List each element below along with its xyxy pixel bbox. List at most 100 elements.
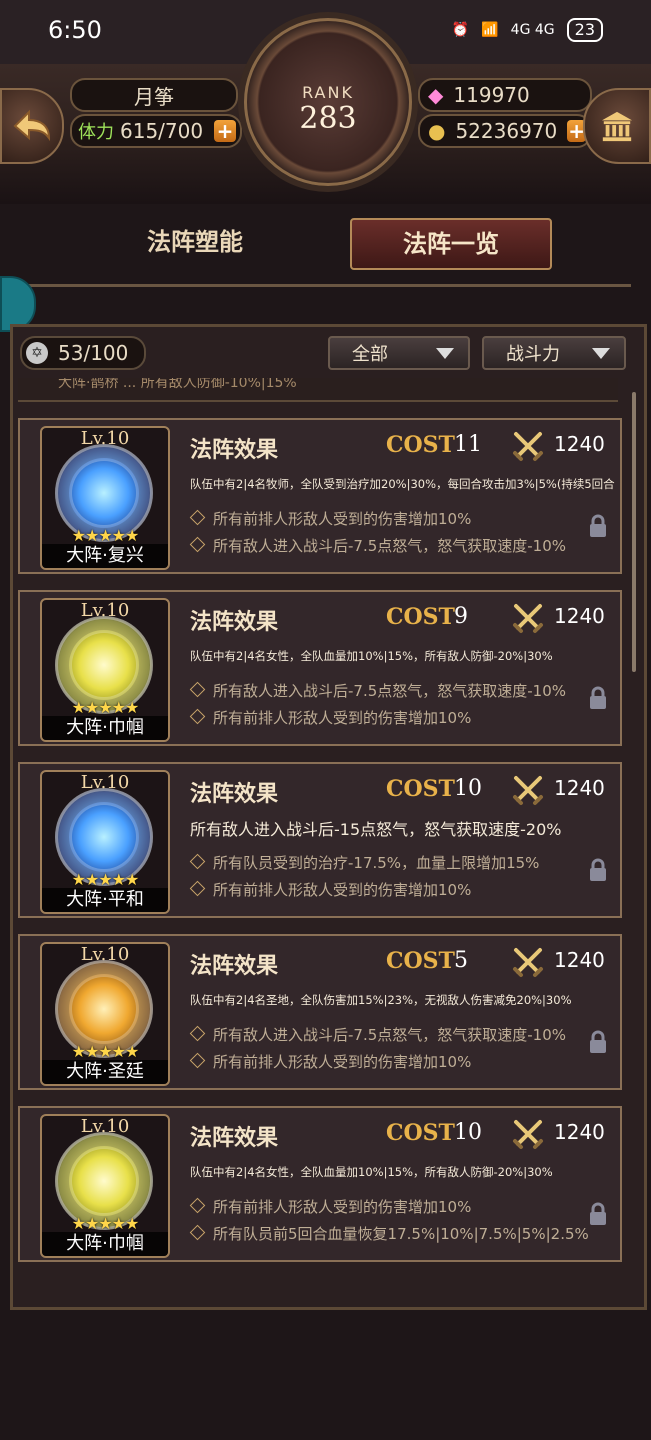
combat-power: 1240 [554,776,605,800]
sub-effect: 所有前排人形敌人受到的伤害增加10% [189,1196,471,1217]
lock-icon[interactable] [588,686,608,710]
alarm-icon: ⏰ [451,22,470,38]
cost-label: COST [386,432,455,458]
gold-counter: ● 52236970 + [418,114,592,148]
partial-item-text: 大阵·鹊桥 ... 所有敌人防御-10%|15% [58,378,297,391]
array-name: 大阵·巾帼 [42,716,168,740]
rank-label: RANK [302,83,354,102]
diamond-bullet-icon [189,708,206,725]
star-rating: ★★★★★ [71,1042,140,1061]
sub-effect: 所有前排人形敌人受到的伤害增加10% [189,1051,471,1072]
array-card[interactable]: Lv.10 ★★★★★ 大阵·复兴 法阵效果 COST 11 1240 队伍中有… [18,418,622,574]
cost-label: COST [386,776,455,802]
lock-icon[interactable] [588,1202,608,1226]
crossed-swords-icon [513,604,543,633]
array-card[interactable]: Lv.10 ★★★★★ 大阵·巾帼 法阵效果 COST 10 1240 队伍中有… [18,1106,622,1262]
sub-effect: 所有敌人进入战斗后-7.5点怒气，怒气获取速度-10% [189,1024,566,1045]
main-effect: 队伍中有2|4名牧师，全队受到治疗加20%|30%，每回合攻击加3%|5%(持续… [190,477,615,491]
array-level: Lv.10 [80,428,130,449]
crossed-swords-icon [513,432,543,461]
diamond-bullet-icon [189,536,206,553]
network-indicator: 4G 4G [510,22,555,38]
array-name: 大阵·巾帼 [42,1232,168,1256]
cost-label: COST [386,604,455,630]
effect-title: 法阵效果 [190,781,279,807]
array-name: 大阵·圣廷 [42,1060,168,1084]
category-dropdown[interactable]: 全部 [328,336,470,370]
cost-value: 11 [454,432,482,457]
effect-title: 法阵效果 [190,609,279,635]
main-effect: 队伍中有2|4名女性，全队血量加10%|15%，所有敌人防御-20%|30% [190,1165,553,1179]
bank-building-icon [601,111,633,142]
gold-value: 52236970 [455,119,558,143]
diamond-bullet-icon [189,681,206,698]
array-level: Lv.10 [80,1116,130,1137]
crossed-swords-icon [513,1120,543,1149]
array-level: Lv.10 [80,600,130,621]
diamond-bullet-icon [189,853,206,870]
bank-button[interactable] [583,88,651,164]
tab-bar: 法阵塑能 法阵一览 [0,212,651,272]
sub-effect: 所有前排人形敌人受到的伤害增加10% [189,508,471,529]
main-effect: 队伍中有2|4名女性，全队血量加10%|15%，所有敌人防御-20%|30% [190,649,553,663]
hexagram-icon: ✡ [26,342,48,364]
gold-coin-icon: ● [428,119,446,143]
star-rating: ★★★★★ [71,1214,140,1233]
combat-power: 1240 [554,604,605,628]
effect-title: 法阵效果 [190,1125,279,1151]
clock: 6:50 [48,16,102,44]
array-card[interactable]: Lv.10 ★★★★★ 大阵·平和 法阵效果 COST 10 1240 所有敌人… [18,762,622,918]
sub-effect: 所有前排人形敌人受到的伤害增加10% [189,707,471,728]
diamond-bullet-icon [189,509,206,526]
system-icons: ⏰ 📶 4G 4G 23 [452,18,603,42]
combat-power: 1240 [554,1120,605,1144]
array-emblem: Lv.10 ★★★★★ 大阵·巾帼 [40,1114,170,1258]
stamina-bar: 体力 615/700 + [70,114,242,148]
stamina-label: 体力 [78,122,114,143]
array-name: 大阵·平和 [42,888,168,912]
chevron-down-icon [436,347,454,359]
diamond-bullet-icon [189,1224,206,1241]
tab-array-overview[interactable]: 法阵一览 [350,218,552,270]
star-rating: ★★★★★ [71,870,140,889]
array-card[interactable]: Lv.10 ★★★★★ 大阵·圣廷 法阵效果 COST 5 1240 队伍中有2… [18,934,622,1090]
add-stamina-button[interactable]: + [214,119,236,143]
star-rating: ★★★★★ [71,526,140,545]
partial-list-item[interactable]: 大阵·鹊桥 ... 所有敌人防御-10%|15% [18,378,618,402]
lock-icon[interactable] [588,514,608,538]
battery-indicator: 23 [566,18,603,42]
player-name: 月筝 [70,78,238,112]
sort-dropdown[interactable]: 战斗力 [482,336,626,370]
stamina-value: 615/700 [120,119,204,143]
tab-array-empower[interactable]: 法阵塑能 [147,218,243,266]
array-card[interactable]: Lv.10 ★★★★★ 大阵·巾帼 法阵效果 COST 9 1240 队伍中有2… [18,590,622,746]
wifi-icon: 📶 [481,22,499,38]
array-level: Lv.10 [80,944,130,965]
crossed-swords-icon [513,948,543,977]
array-emblem: Lv.10 ★★★★★ 大阵·圣廷 [40,942,170,1086]
chevron-down-icon [592,347,610,359]
lock-icon[interactable] [588,858,608,882]
lock-icon[interactable] [588,1030,608,1054]
main-effect: 队伍中有2|4名圣地，全队伤害加15%|23%，无视敌人伤害减免20%|30% [190,993,572,1007]
gem-icon: ◆ [428,83,444,107]
diamond-bullet-icon [189,1025,206,1042]
sub-effect: 所有队员前5回合血量恢复17.5%|10%|7.5%|5%|2.5% [189,1223,589,1244]
sub-effect: 所有敌人进入战斗后-7.5点怒气，怒气获取速度-10% [189,535,566,556]
effect-title: 法阵效果 [190,437,279,463]
cost-label: COST [386,1120,455,1146]
cost-value: 10 [454,776,482,801]
frame-divider [20,284,631,327]
back-arrow-icon [13,109,51,142]
scrollbar[interactable] [632,392,636,672]
array-count: ✡ 53/100 [20,336,146,370]
gem-counter: ◆ 119970 [418,78,592,112]
sub-effect: 所有队员受到的治疗-17.5%，血量上限增加15% [189,852,539,873]
sub-effect: 所有敌人进入战斗后-7.5点怒气，怒气获取速度-10% [189,680,566,701]
cost-value: 5 [454,948,468,973]
rank-value: 283 [299,101,357,136]
gem-value: 119970 [453,83,530,107]
array-emblem: Lv.10 ★★★★★ 大阵·平和 [40,770,170,914]
combat-power: 1240 [554,432,605,456]
array-emblem: Lv.10 ★★★★★ 大阵·复兴 [40,426,170,570]
